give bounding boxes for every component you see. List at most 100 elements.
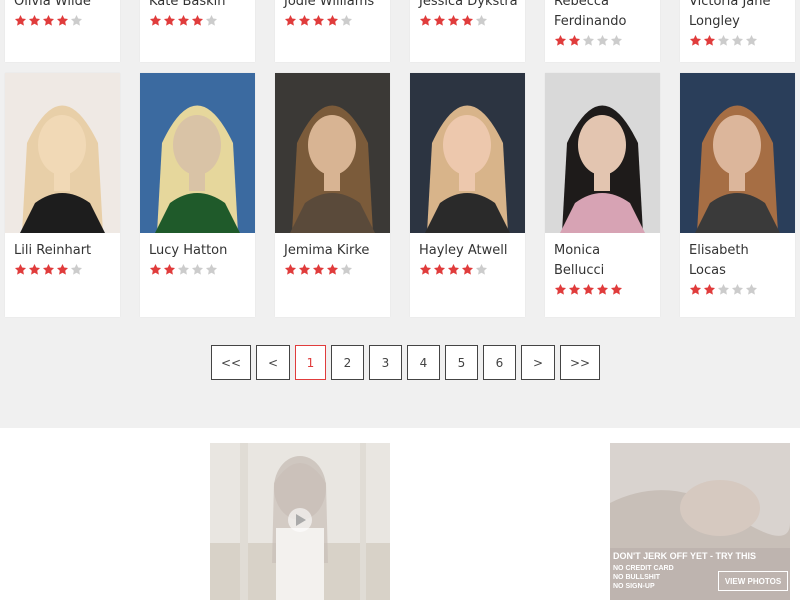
page-6-button[interactable]: 6: [483, 345, 516, 380]
star-filled-icon[interactable]: [419, 14, 432, 27]
model-photo[interactable]: [545, 73, 660, 233]
star-filled-icon[interactable]: [163, 14, 176, 27]
model-card[interactable]: Jodie Williams: [275, 0, 390, 62]
star-empty-icon[interactable]: [205, 14, 218, 27]
star-filled-icon[interactable]: [312, 14, 325, 27]
star-filled-icon[interactable]: [28, 14, 41, 27]
star-empty-icon[interactable]: [745, 283, 758, 296]
star-empty-icon[interactable]: [475, 14, 488, 27]
model-name[interactable]: Olivia Wilde: [5, 0, 123, 12]
star-filled-icon[interactable]: [461, 263, 474, 276]
next-page-button[interactable]: >: [521, 345, 555, 380]
model-name[interactable]: Jodie Williams: [275, 0, 393, 12]
first-page-button[interactable]: <<: [211, 345, 251, 380]
model-card[interactable]: Kate Baskin: [140, 0, 255, 62]
star-filled-icon[interactable]: [461, 14, 474, 27]
star-empty-icon[interactable]: [205, 263, 218, 276]
star-filled-icon[interactable]: [326, 263, 339, 276]
model-name[interactable]: Jessica Dykstra: [410, 0, 528, 12]
star-empty-icon[interactable]: [717, 283, 730, 296]
star-filled-icon[interactable]: [419, 263, 432, 276]
star-empty-icon[interactable]: [340, 263, 353, 276]
star-empty-icon[interactable]: [731, 34, 744, 47]
model-name[interactable]: Victoria Jane Longley: [680, 0, 798, 32]
star-empty-icon[interactable]: [610, 34, 623, 47]
star-filled-icon[interactable]: [28, 263, 41, 276]
star-empty-icon[interactable]: [70, 263, 83, 276]
model-card[interactable]: Hayley Atwell: [410, 73, 525, 317]
star-filled-icon[interactable]: [568, 34, 581, 47]
model-name[interactable]: Rebecca Ferdinando: [545, 0, 663, 32]
page-3-button[interactable]: 3: [369, 345, 402, 380]
star-filled-icon[interactable]: [689, 283, 702, 296]
star-filled-icon[interactable]: [298, 263, 311, 276]
model-name[interactable]: Lucy Hatton: [140, 241, 258, 261]
star-filled-icon[interactable]: [703, 34, 716, 47]
model-card[interactable]: Monica Bellucci: [545, 73, 660, 317]
star-filled-icon[interactable]: [703, 283, 716, 296]
banner-ad[interactable]: DON'T JERK OFF YET - TRY THIS NO CREDIT …: [610, 443, 790, 600]
star-empty-icon[interactable]: [731, 283, 744, 296]
page-5-button[interactable]: 5: [445, 345, 478, 380]
model-card[interactable]: Jessica Dykstra: [410, 0, 525, 62]
star-filled-icon[interactable]: [447, 14, 460, 27]
model-card[interactable]: Victoria Jane Longley: [680, 0, 795, 62]
star-empty-icon[interactable]: [596, 34, 609, 47]
star-filled-icon[interactable]: [191, 14, 204, 27]
star-filled-icon[interactable]: [56, 263, 69, 276]
star-empty-icon[interactable]: [717, 34, 730, 47]
star-empty-icon[interactable]: [70, 14, 83, 27]
star-filled-icon[interactable]: [177, 14, 190, 27]
star-filled-icon[interactable]: [433, 14, 446, 27]
page-1-button[interactable]: 1: [295, 345, 326, 380]
star-empty-icon[interactable]: [475, 263, 488, 276]
star-filled-icon[interactable]: [447, 263, 460, 276]
star-empty-icon[interactable]: [177, 263, 190, 276]
page-2-button[interactable]: 2: [331, 345, 364, 380]
view-photos-button[interactable]: VIEW PHOTOS: [718, 571, 788, 591]
model-card[interactable]: Rebecca Ferdinando: [545, 0, 660, 62]
page-4-button[interactable]: 4: [407, 345, 440, 380]
prev-page-button[interactable]: <: [256, 345, 290, 380]
model-photo[interactable]: [275, 73, 390, 233]
star-filled-icon[interactable]: [312, 263, 325, 276]
last-page-button[interactable]: >>: [560, 345, 600, 380]
model-name[interactable]: Monica Bellucci: [545, 241, 663, 281]
star-filled-icon[interactable]: [163, 263, 176, 276]
model-photo[interactable]: [140, 73, 255, 233]
model-name[interactable]: Hayley Atwell: [410, 241, 528, 261]
star-filled-icon[interactable]: [610, 283, 623, 296]
star-filled-icon[interactable]: [14, 263, 27, 276]
star-filled-icon[interactable]: [554, 283, 567, 296]
star-filled-icon[interactable]: [284, 14, 297, 27]
model-card[interactable]: Olivia Wilde: [5, 0, 120, 62]
star-filled-icon[interactable]: [42, 14, 55, 27]
star-filled-icon[interactable]: [689, 34, 702, 47]
star-filled-icon[interactable]: [56, 14, 69, 27]
star-filled-icon[interactable]: [284, 263, 297, 276]
model-photo[interactable]: [680, 73, 795, 233]
model-card[interactable]: Lucy Hatton: [140, 73, 255, 317]
model-card[interactable]: Jemima Kirke: [275, 73, 390, 317]
star-empty-icon[interactable]: [582, 34, 595, 47]
model-name[interactable]: Elisabeth Locas: [680, 241, 798, 281]
star-filled-icon[interactable]: [554, 34, 567, 47]
star-filled-icon[interactable]: [149, 14, 162, 27]
star-filled-icon[interactable]: [149, 263, 162, 276]
model-card[interactable]: Lili Reinhart: [5, 73, 120, 317]
star-filled-icon[interactable]: [14, 14, 27, 27]
star-filled-icon[interactable]: [42, 263, 55, 276]
star-empty-icon[interactable]: [191, 263, 204, 276]
star-filled-icon[interactable]: [568, 283, 581, 296]
star-filled-icon[interactable]: [596, 283, 609, 296]
star-filled-icon[interactable]: [433, 263, 446, 276]
star-filled-icon[interactable]: [326, 14, 339, 27]
video-ad-thumbnail[interactable]: [210, 443, 390, 600]
star-filled-icon[interactable]: [582, 283, 595, 296]
model-name[interactable]: Jemima Kirke: [275, 241, 393, 261]
star-empty-icon[interactable]: [340, 14, 353, 27]
model-card[interactable]: Elisabeth Locas: [680, 73, 795, 317]
model-photo[interactable]: [5, 73, 120, 233]
star-filled-icon[interactable]: [298, 14, 311, 27]
star-empty-icon[interactable]: [745, 34, 758, 47]
